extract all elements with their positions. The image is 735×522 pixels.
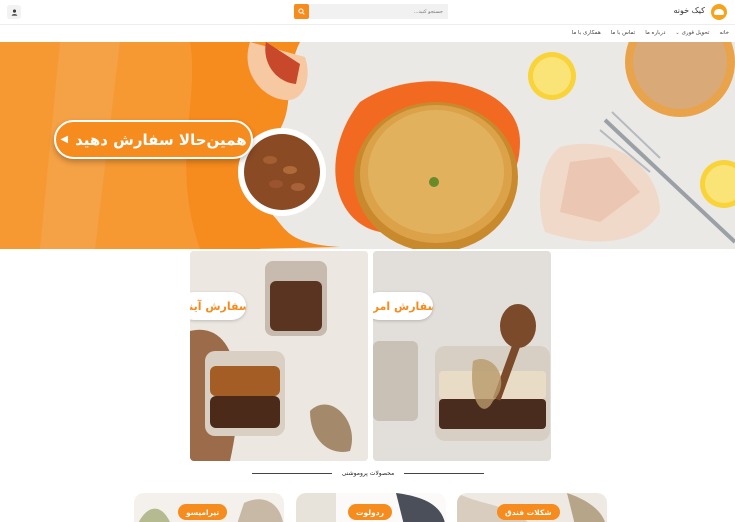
today-order-label[interactable]: سفارش امروز [373, 292, 433, 320]
nav-label: تماس با ما [610, 29, 636, 36]
user-account-button[interactable] [7, 5, 21, 19]
future-order-card[interactable]: سفارش آینده [190, 251, 368, 461]
card-label: سفارش امروز [373, 299, 433, 313]
product-tile-tiramisu[interactable]: تیرامیسو [134, 493, 284, 522]
play-left-icon: ◀ [60, 134, 69, 145]
search-button[interactable] [294, 4, 309, 19]
nav-label: همکاری با ما [571, 29, 601, 36]
brand-logo[interactable] [711, 4, 727, 20]
nav-label: خانه [719, 29, 729, 36]
hero-banner[interactable]: همین‌حالا سفارش دهید ◀ [0, 42, 735, 249]
today-order-card[interactable]: سفارش امروز [373, 251, 551, 461]
section-title-text: محصولات پروموشنی [341, 469, 395, 477]
product-tile-hazelnut-chocolate[interactable]: شکلات فندق [457, 493, 607, 522]
future-order-image [190, 251, 368, 461]
divider [252, 472, 332, 474]
product-name: تیرامیسو [186, 507, 220, 517]
product-label: ردولوت [348, 504, 392, 520]
product-tile-redvelvet[interactable]: ردولوت [296, 493, 446, 522]
nav-label: درباره ما [645, 29, 666, 36]
future-order-label[interactable]: سفارش آینده [190, 292, 246, 320]
divider [404, 472, 484, 474]
product-name: ردولوت [356, 507, 384, 517]
order-now-button[interactable]: همین‌حالا سفارش دهید ◀ [54, 120, 253, 159]
product-name: شکلات فندق [505, 507, 552, 517]
top-header: کیک خونه [0, 0, 735, 24]
search-bar [294, 4, 448, 19]
card-label: سفارش آینده [190, 299, 246, 313]
nav-item-contact[interactable]: تماس با ما [611, 30, 635, 36]
search-input[interactable] [309, 4, 448, 19]
nav-item-instant-delivery[interactable]: تحویل فوری ⌄ [675, 30, 709, 36]
cake-icon [714, 9, 724, 15]
chevron-down-icon: ⌄ [675, 29, 680, 36]
today-order-image [373, 251, 551, 461]
product-label: تیرامیسو [178, 504, 228, 520]
main-nav: خانه تحویل فوری ⌄ درباره ما تماس با ما هم… [0, 24, 735, 40]
cta-label: همین‌حالا سفارش دهید [75, 130, 247, 149]
promo-section-title: محصولات پروموشنی [252, 467, 484, 479]
product-label: شکلات فندق [497, 504, 560, 520]
nav-item-about[interactable]: درباره ما [645, 30, 665, 36]
nav-label: تحویل فوری [681, 29, 710, 36]
nav-item-cooperation[interactable]: همکاری با ما [572, 30, 601, 36]
search-icon [298, 8, 305, 15]
user-icon [11, 9, 17, 16]
nav-item-home[interactable]: خانه [719, 30, 729, 36]
brand-name[interactable]: کیک خونه [673, 6, 705, 15]
